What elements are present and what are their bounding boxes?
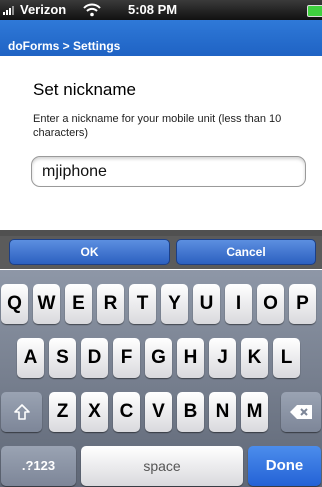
- key-v[interactable]: V: [145, 392, 172, 432]
- dialog-button-bar: OK Cancel: [0, 236, 322, 269]
- status-bar: Verizon 5:08 PM: [0, 0, 322, 20]
- key-n[interactable]: N: [209, 392, 236, 432]
- carrier-name: Verizon: [20, 2, 67, 17]
- key-o[interactable]: O: [257, 284, 284, 324]
- key-p[interactable]: P: [289, 284, 316, 324]
- key-z[interactable]: Z: [49, 392, 76, 432]
- key-m[interactable]: M: [241, 392, 268, 432]
- breadcrumb[interactable]: doForms > Settings: [8, 39, 120, 53]
- key-u[interactable]: U: [193, 284, 220, 324]
- numbers-key[interactable]: .?123: [1, 446, 76, 486]
- key-g[interactable]: G: [145, 338, 172, 378]
- wifi-icon: [83, 3, 101, 17]
- key-x[interactable]: X: [81, 392, 108, 432]
- key-t[interactable]: T: [129, 284, 156, 324]
- done-key[interactable]: Done: [248, 446, 321, 486]
- instruction-text: Enter a nickname for your mobile unit (l…: [33, 113, 282, 139]
- key-j[interactable]: J: [209, 338, 236, 378]
- backspace-key[interactable]: [281, 392, 321, 432]
- key-d[interactable]: D: [81, 338, 108, 378]
- key-k[interactable]: K: [241, 338, 268, 378]
- keyboard-row-3: Z X C V B N M: [0, 392, 322, 432]
- key-c[interactable]: C: [113, 392, 140, 432]
- clock: 5:08 PM: [128, 2, 178, 17]
- key-s[interactable]: S: [49, 338, 76, 378]
- key-b[interactable]: B: [177, 392, 204, 432]
- battery-icon: [307, 5, 322, 17]
- keyboard-row-1: Q W E R T Y U I O P: [0, 284, 322, 324]
- key-y[interactable]: Y: [161, 284, 188, 324]
- page-title: Set nickname: [33, 80, 136, 99]
- nickname-input[interactable]: [31, 156, 306, 187]
- key-q[interactable]: Q: [1, 284, 28, 324]
- key-a[interactable]: A: [17, 338, 44, 378]
- keyboard-row-4: .?123 space Done: [0, 446, 322, 486]
- signal-icon: [3, 6, 17, 15]
- key-w[interactable]: W: [33, 284, 60, 324]
- nav-bar: doForms > Settings: [0, 20, 322, 56]
- ok-button[interactable]: OK: [9, 239, 170, 265]
- shift-key[interactable]: [1, 392, 42, 432]
- key-l[interactable]: L: [273, 338, 300, 378]
- key-e[interactable]: E: [65, 284, 92, 324]
- key-h[interactable]: H: [177, 338, 204, 378]
- space-key[interactable]: space: [81, 446, 243, 486]
- shift-arrow-icon: [13, 404, 30, 420]
- key-r[interactable]: R: [97, 284, 124, 324]
- keyboard-row-2: A S D F G H J K L: [0, 338, 322, 378]
- backspace-icon: [290, 405, 312, 419]
- key-i[interactable]: I: [225, 284, 252, 324]
- key-f[interactable]: F: [113, 338, 140, 378]
- cancel-button[interactable]: Cancel: [176, 239, 316, 265]
- keyboard: Q W E R T Y U I O P A S D F G H J K L Z …: [0, 270, 322, 487]
